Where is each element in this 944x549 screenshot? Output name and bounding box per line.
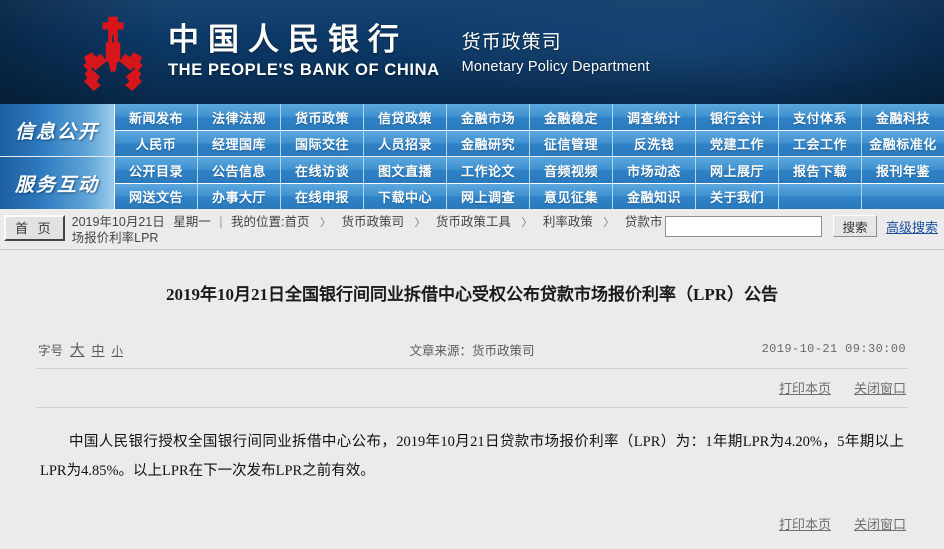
- department-name-cn: 货币政策司: [461, 32, 562, 54]
- nav-item-report-download[interactable]: 报告下载: [779, 157, 862, 183]
- nav-item-survey-statistics[interactable]: 调查统计: [613, 104, 696, 130]
- font-size-controls: 字号 大 中 小: [38, 339, 123, 360]
- nav-item-service-hall[interactable]: 办事大厅: [198, 184, 281, 209]
- breadcrumb-divider: |: [219, 215, 223, 229]
- font-size-label: 字号: [38, 343, 64, 358]
- article-tools-top: 打印本页 关闭窗口: [36, 369, 908, 408]
- breadcrumb-separator-icon: 〉: [414, 217, 426, 229]
- nav-item-fintech[interactable]: 金融科技: [862, 104, 944, 130]
- nav-item-recruitment[interactable]: 人员招录: [364, 131, 447, 156]
- nav-item-about-us[interactable]: 关于我们: [696, 184, 779, 209]
- font-size-large-button[interactable]: 大: [70, 339, 85, 360]
- breadcrumb-bar: 首 页 2019年10月21日 星期一 | 我的位置:首页 〉 货币政策司 〉 …: [0, 209, 944, 250]
- page-title: 2019年10月21日全国银行间同业拆借中心受权公布贷款市场报价利率（LPR）公…: [166, 285, 778, 304]
- article-timestamp: 2019-10-21 09:30:00: [761, 342, 906, 357]
- breadcrumb-separator-icon: 〉: [603, 217, 615, 229]
- nav-item-payment-system[interactable]: 支付体系: [779, 104, 862, 130]
- nav-side-label: 信息公开: [14, 121, 99, 143]
- article-meta-row: 字号 大 中 小 文章来源：货币政策司 2019-10-21 09:30:00: [36, 333, 908, 369]
- nav-item-financial-market[interactable]: 金融市场: [447, 104, 530, 130]
- nav-item-anti-money-laundering[interactable]: 反洗钱: [613, 131, 696, 156]
- font-size-small-button[interactable]: 小: [112, 343, 124, 359]
- nav-side-service-interaction[interactable]: 服务互动: [0, 157, 115, 209]
- nav-row: 人民币 经理国库 国际交往 人员招录 金融研究 征信管理 反洗钱 党建工作 工会…: [115, 130, 944, 156]
- nav-side-information-disclosure[interactable]: 信息公开: [0, 104, 115, 156]
- nav-item-bank-accounting[interactable]: 银行会计: [696, 104, 779, 130]
- nav-item-news-release[interactable]: 新闻发布: [115, 104, 198, 130]
- nav-item-financial-standardization[interactable]: 金融标准化: [862, 131, 944, 156]
- nav-item-monetary-policy[interactable]: 货币政策: [281, 104, 364, 130]
- nav-item-market-dynamics[interactable]: 市场动态: [613, 157, 696, 183]
- breadcrumb-weekday: 星期一: [173, 215, 211, 229]
- breadcrumb-item-monetary-policy-tools[interactable]: 货币政策工具: [436, 215, 511, 229]
- advanced-search-link[interactable]: 高级搜索: [886, 217, 938, 236]
- breadcrumb-separator-icon: 〉: [521, 217, 533, 229]
- nav-item-financial-knowledge[interactable]: 金融知识: [613, 184, 696, 209]
- font-size-medium-button[interactable]: 中: [92, 340, 105, 359]
- breadcrumb-date: 2019年10月21日: [71, 215, 165, 229]
- main-navigation: 信息公开 新闻发布 法律法规 货币政策 信贷政策 金融市场 金融稳定 调查统计 …: [0, 104, 944, 209]
- nav-item-credit-reference[interactable]: 征信管理: [530, 131, 613, 156]
- close-window-link[interactable]: 关闭窗口: [854, 378, 906, 397]
- print-page-link[interactable]: 打印本页: [779, 378, 831, 397]
- nav-row: 网送文告 办事大厅 在线申报 下载中心 网上调查 意见征集 金融知识 关于我们: [115, 183, 944, 209]
- nav-row: 公开目录 公告信息 在线访谈 图文直播 工作论文 音频视频 市场动态 网上展厅 …: [115, 157, 944, 183]
- article-source: 文章来源：货币政策司: [409, 343, 535, 358]
- nav-item-international-exchange[interactable]: 国际交往: [281, 131, 364, 156]
- breadcrumb-location-label: 我的位置:: [230, 215, 285, 229]
- nav-side-label: 服务互动: [14, 174, 99, 196]
- nav-item-working-papers[interactable]: 工作论文: [447, 157, 530, 183]
- nav-item-credit-policy[interactable]: 信贷政策: [364, 104, 447, 130]
- nav-item-rmb[interactable]: 人民币: [115, 131, 198, 156]
- nav-item-empty: [862, 184, 944, 209]
- search-area: 搜索 高级搜索: [664, 215, 938, 237]
- article-body: 中国人民银行授权全国银行间同业拆借中心公布，2019年10月21日贷款市场报价利…: [40, 433, 904, 479]
- nav-item-download-center[interactable]: 下载中心: [364, 184, 447, 209]
- nav-item-financial-research[interactable]: 金融研究: [447, 131, 530, 156]
- close-window-link[interactable]: 关闭窗口: [854, 514, 906, 533]
- nav-item-treasury-management[interactable]: 经理国库: [198, 131, 281, 156]
- site-masthead: 中国人民银行 THE PEOPLE'S BANK OF CHINA 货币政策司 …: [0, 0, 944, 104]
- nav-item-public-catalog[interactable]: 公开目录: [115, 157, 198, 183]
- breadcrumb: 2019年10月21日 星期一 | 我的位置:首页 〉 货币政策司 〉 货币政策…: [72, 213, 665, 246]
- nav-item-live-broadcast[interactable]: 图文直播: [364, 157, 447, 183]
- nav-item-empty: [779, 184, 862, 209]
- nav-group-service-interaction: 服务互动 公开目录 公告信息 在线访谈 图文直播 工作论文 音频视频 市场动态 …: [0, 157, 944, 209]
- nav-item-feedback-collection[interactable]: 意见征集: [530, 184, 613, 209]
- nav-item-union-work[interactable]: 工会工作: [779, 131, 862, 156]
- print-page-link[interactable]: 打印本页: [779, 514, 831, 533]
- home-button[interactable]: 首 页: [4, 215, 65, 241]
- bank-name-cn: 中国人民银行: [168, 22, 408, 58]
- nav-group-information-disclosure: 信息公开 新闻发布 法律法规 货币政策 信贷政策 金融市场 金融稳定 调查统计 …: [0, 104, 944, 156]
- search-button[interactable]: 搜索: [832, 215, 877, 237]
- bank-name-en: THE PEOPLE'S BANK OF CHINA: [168, 60, 440, 79]
- nav-item-online-exhibition[interactable]: 网上展厅: [696, 157, 779, 183]
- article-tools-bottom: 打印本页 关闭窗口: [36, 508, 908, 543]
- breadcrumb-item-home[interactable]: 首页: [284, 215, 309, 229]
- nav-item-online-documents[interactable]: 网送文告: [115, 184, 198, 209]
- department-name-en: Monetary Policy Department: [461, 58, 650, 75]
- breadcrumb-item-interest-rate-policy[interactable]: 利率政策: [543, 215, 593, 229]
- nav-item-yearbook[interactable]: 报刊年鉴: [862, 157, 944, 183]
- search-input[interactable]: [664, 215, 822, 237]
- nav-item-announcements[interactable]: 公告信息: [198, 157, 281, 183]
- pbc-logo-icon: [83, 16, 143, 91]
- article-container: 2019年10月21日全国银行间同业拆借中心受权公布贷款市场报价利率（LPR）公…: [0, 250, 944, 543]
- nav-item-audio-video[interactable]: 音频视频: [530, 157, 613, 183]
- nav-item-party-building[interactable]: 党建工作: [696, 131, 779, 156]
- nav-item-online-interview[interactable]: 在线访谈: [281, 157, 364, 183]
- breadcrumb-item-monetary-policy-dept[interactable]: 货币政策司: [341, 215, 404, 229]
- nav-item-online-declaration[interactable]: 在线申报: [281, 184, 364, 209]
- nav-item-online-survey[interactable]: 网上调查: [447, 184, 530, 209]
- nav-item-financial-stability[interactable]: 金融稳定: [530, 104, 613, 130]
- breadcrumb-separator-icon: 〉: [319, 217, 331, 229]
- nav-row: 新闻发布 法律法规 货币政策 信贷政策 金融市场 金融稳定 调查统计 银行会计 …: [115, 104, 944, 130]
- nav-item-laws-regulations[interactable]: 法律法规: [198, 104, 281, 130]
